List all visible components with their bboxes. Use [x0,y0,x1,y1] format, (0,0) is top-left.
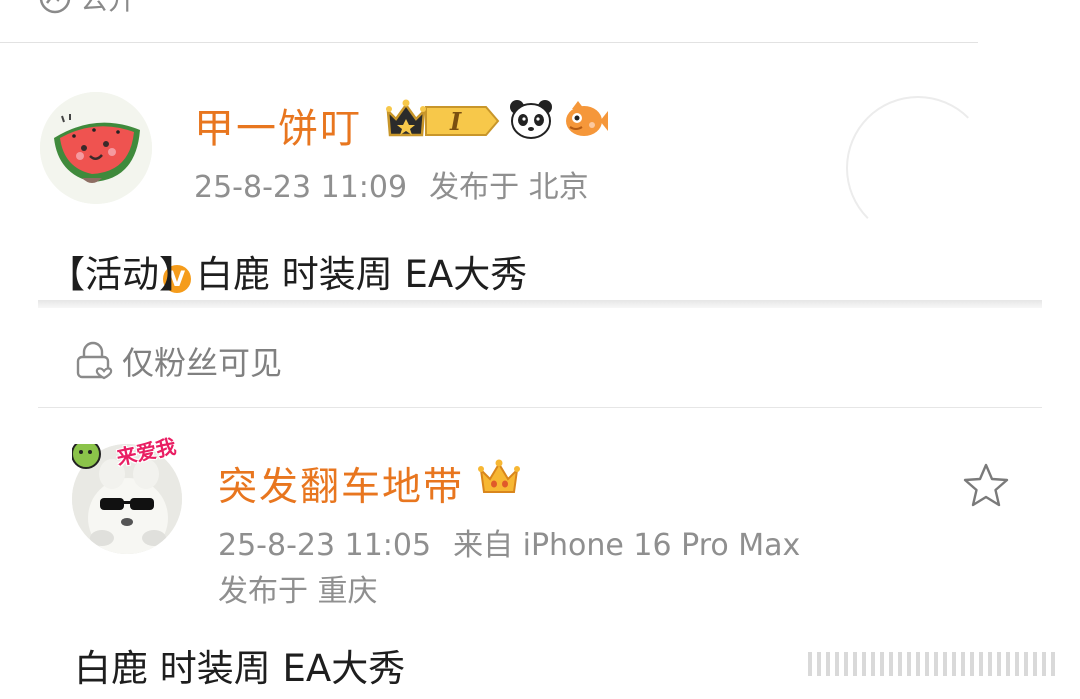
crown-badge-icon[interactable] [478,458,520,498]
username[interactable]: 甲一饼叮 [194,96,362,154]
avatar[interactable]: V [40,92,194,296]
star-icon[interactable] [962,462,1010,508]
panda-icon [510,100,552,139]
post-location: 发布于 北京 [429,170,589,205]
follow-ring-decoration [846,96,990,240]
watermelon-avatar-icon [40,92,152,204]
lock-heart-icon [76,341,113,380]
visibility-public-row: 公开 [38,0,136,18]
fans-only-label: 仅粉丝可见 [122,344,283,382]
post-meta: 25-8-23 11:05 来自 iPhone 16 Pro Max [218,520,822,564]
post-meta: 25-8-23 11:09 发布于 北京 [194,162,611,206]
fans-only-row: 仅粉丝可见 [74,338,282,384]
globe-icon [39,0,71,14]
user-badges: I [386,97,608,141]
fish-icon [566,101,608,136]
divider [38,407,1042,408]
content-fade [38,300,1042,308]
post-time: 25-8-23 11:05 [218,528,432,563]
visibility-public-label: 公开 [80,0,136,18]
watermark-decoration [808,652,1055,676]
post-time: 25-8-23 11:09 [194,170,408,205]
post-content[interactable]: 白鹿 时装周 EA大秀 [74,638,405,692]
screenshot-page: 公开 V 甲一饼叮 I [0,0,1080,699]
post-location: 发布于 重庆 [218,574,378,609]
post-content[interactable]: 【活动】白鹿 时装周 EA大秀 [48,244,527,298]
username[interactable]: 突发翻车地带 [218,456,464,512]
post-source: 来自 iPhone 16 Pro Max [453,528,801,563]
crown-badge-icon[interactable]: I [386,97,500,141]
divider [0,42,978,43]
avatar[interactable]: 来爱我 [72,434,182,554]
vip-level-label: I [449,107,462,136]
